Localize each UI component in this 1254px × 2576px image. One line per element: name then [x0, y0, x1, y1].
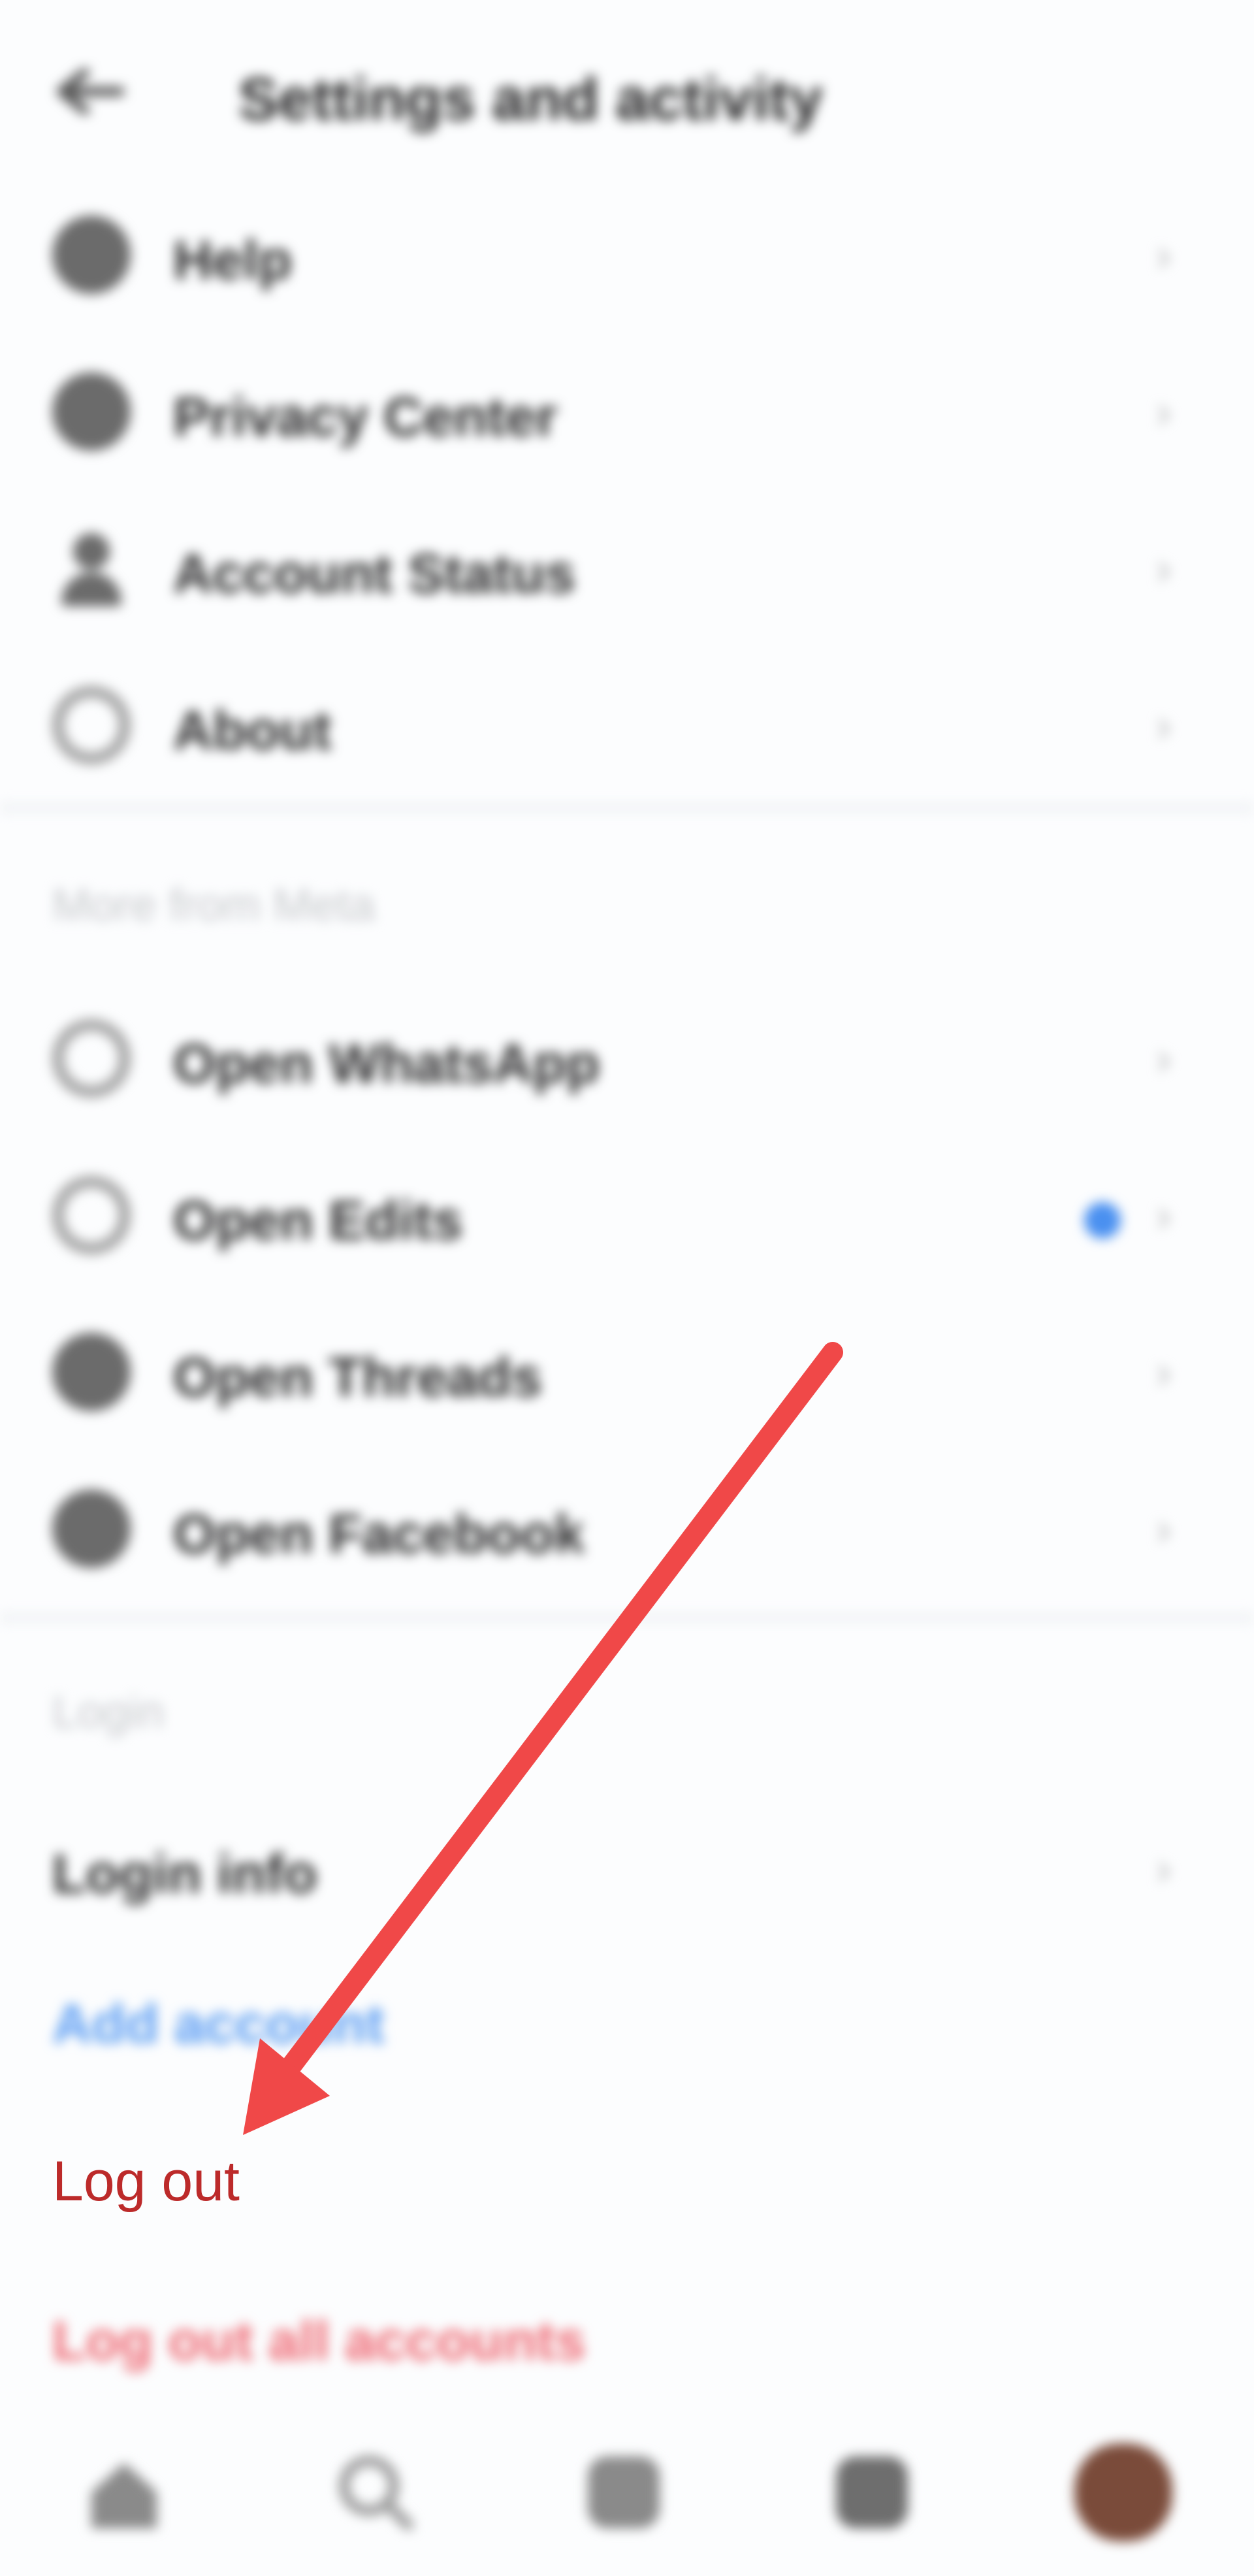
chevron-right-icon: ›: [1156, 1190, 1172, 1241]
row-label: Account Status: [173, 543, 576, 604]
chevron-right-icon: ›: [1156, 700, 1172, 751]
facebook-icon: [52, 1490, 131, 1568]
chevron-right-icon: ›: [1156, 386, 1172, 437]
row-label: Open Facebook: [173, 1503, 585, 1565]
settings-row-open-whatsapp[interactable]: Open WhatsApp ›: [0, 993, 1254, 1124]
section-divider: [0, 1614, 1254, 1623]
bottom-nav: [0, 2411, 1254, 2576]
whatsapp-icon: [52, 1019, 131, 1098]
chevron-right-icon: ›: [1156, 1033, 1172, 1084]
log-out-button[interactable]: Log out: [52, 2149, 240, 2214]
row-label: Help: [173, 229, 293, 291]
threads-icon: [52, 1333, 131, 1411]
chevron-right-icon: ›: [1156, 1346, 1172, 1397]
log-out-all-accounts-button[interactable]: Log out all accounts: [52, 2309, 586, 2373]
home-icon[interactable]: [78, 2447, 170, 2538]
lifebuoy-icon: [52, 216, 131, 294]
settings-row-privacy-center[interactable]: Privacy Center ›: [0, 346, 1254, 477]
row-label: Login info: [52, 1843, 317, 1904]
shop-icon[interactable]: [826, 2447, 918, 2538]
row-label: Privacy Center: [173, 386, 558, 448]
reels-icon[interactable]: [578, 2447, 669, 2538]
section-label-more-from-meta: More from Meta: [52, 879, 375, 930]
chevron-right-icon: ›: [1156, 1843, 1172, 1894]
search-icon[interactable]: [330, 2447, 421, 2538]
section-divider: [0, 804, 1254, 813]
header: Settings and activity: [0, 39, 1254, 144]
row-label: Open Edits: [173, 1190, 463, 1251]
add-account-link[interactable]: Add account: [52, 1993, 385, 2056]
chevron-right-icon: ›: [1156, 229, 1172, 280]
person-icon: [52, 529, 131, 608]
settings-row-open-facebook[interactable]: Open Facebook ›: [0, 1463, 1254, 1594]
page-title: Settings and activity: [238, 66, 823, 133]
edits-icon: [52, 1176, 131, 1254]
profile-avatar[interactable]: [1074, 2443, 1172, 2541]
settings-row-open-threads[interactable]: Open Threads ›: [0, 1307, 1254, 1437]
settings-row-login-info[interactable]: Login info ›: [0, 1803, 1254, 1934]
row-label: Open Threads: [173, 1346, 542, 1408]
row-label: Open WhatsApp: [173, 1033, 600, 1094]
section-label-login: Login: [52, 1686, 165, 1737]
arrow-left-icon[interactable]: [52, 69, 124, 114]
row-label: About: [173, 700, 332, 761]
chevron-right-icon: ›: [1156, 543, 1172, 594]
shield-icon: [52, 372, 131, 451]
settings-row-account-status[interactable]: Account Status ›: [0, 503, 1254, 634]
settings-row-about[interactable]: About ›: [0, 660, 1254, 791]
info-icon: [52, 686, 131, 764]
settings-row-help[interactable]: Help ›: [0, 189, 1254, 320]
notification-dot: [1084, 1202, 1121, 1239]
chevron-right-icon: ›: [1156, 1503, 1172, 1554]
settings-row-open-edits[interactable]: Open Edits ›: [0, 1150, 1254, 1280]
